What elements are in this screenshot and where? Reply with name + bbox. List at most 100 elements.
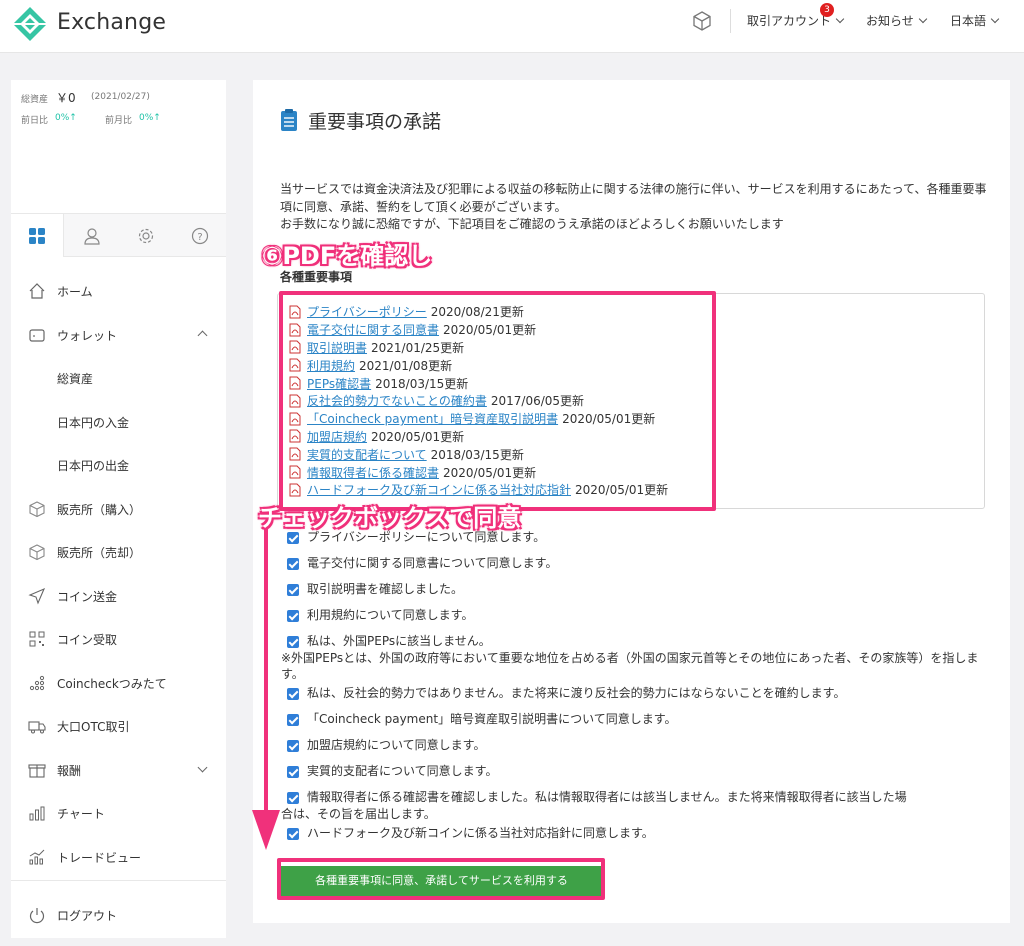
qr-code-icon (29, 631, 45, 647)
sidebar: 総資産 ￥0 (2021/02/27) 前日比 0%↑ 前月比 0%↑ ? ホー… (11, 80, 226, 938)
intro-paragraph: お手数になり誠に恐縮ですが、下記項目をご確認のうえ承諾のほどよろしくお願いいたし… (280, 217, 784, 231)
pdf-annotation: ⑥PDFを確認し (262, 242, 433, 270)
sidebar-item-label: ホーム (57, 285, 93, 299)
sidebar-item-label: 総資産 (57, 372, 94, 386)
agreement-label: ハードフォーク及び新コインに係る当社対応指針に同意します。 (307, 826, 654, 840)
sidebar-item-buy[interactable]: 販売所（購入） (11, 494, 226, 524)
sidebar-item-total-assets[interactable]: 総資産 (11, 363, 226, 393)
agreement-checkbox[interactable] (287, 766, 299, 778)
month-change-label: 前月比 (105, 116, 133, 126)
sidebar-item-label: チャート (57, 807, 105, 821)
sidebar-item-wallet[interactable]: ウォレット (11, 320, 226, 350)
tab-profile[interactable] (65, 214, 118, 257)
box-icon (29, 501, 45, 518)
chevron-up-icon (197, 330, 208, 341)
sidebar-item-label: ログアウト (57, 909, 118, 923)
sidebar-item-send-coin[interactable]: コイン送金 (11, 581, 226, 611)
gear-icon (138, 228, 153, 243)
agreement-label: 利用規約について同意します。 (307, 608, 474, 622)
chevron-down-icon (835, 14, 845, 24)
agreement-label: 「Coincheck payment」暗号資産取引説明書について同意します。 (307, 712, 677, 726)
down-arrow-icon (252, 528, 280, 850)
top-header: Exchange 取引アカウント 3 お知らせ 日本語 (0, 0, 1024, 53)
sidebar-item-label: 販売所（購入） (57, 503, 142, 517)
agreement-checkbox[interactable] (287, 792, 299, 804)
day-change-value: 0%↑ (55, 113, 77, 123)
intro-text: 当サービスでは資金決済法及び犯罪による収益の移転防止に関する法律の施行に伴い、サ… (280, 181, 990, 234)
sidebar-item-tradeview[interactable]: トレードビュー (11, 842, 226, 872)
sidebar-item-home[interactable]: ホーム (11, 276, 226, 306)
send-icon (28, 587, 46, 605)
help-icon: ? (191, 227, 208, 244)
sidebar-item-label: ウォレット (57, 329, 118, 343)
agreement-label: 取引説明書を確認しました。 (307, 582, 464, 596)
intro-paragraph: 当サービスでは資金決済法及び犯罪による収益の移転防止に関する法律の施行に伴い、サ… (280, 182, 987, 214)
assets-value: ￥0 (56, 91, 76, 105)
brand-name[interactable]: Exchange (57, 10, 166, 35)
bar-chart-icon (29, 806, 45, 821)
notice-menu-label: お知らせ (866, 14, 914, 28)
cube-icon[interactable] (691, 10, 713, 32)
agreement-label: 私は、外国PEPsに該当しません。 (307, 634, 491, 648)
language-menu[interactable]: 日本語 (950, 12, 1000, 29)
day-change-label: 前日比 (21, 116, 49, 126)
assets-date: (2021/02/27) (91, 92, 150, 102)
grid-icon (29, 227, 45, 244)
sidebar-item-label: 日本円の入金 (57, 416, 130, 430)
sidebar-item-tsumitate[interactable]: Coincheckつみたて (11, 668, 226, 698)
agreement-checkbox[interactable] (287, 688, 299, 700)
submit-highlight-box (277, 858, 605, 900)
chevron-down-icon (990, 14, 1000, 24)
sidebar-item-label: 大口OTC取引 (57, 720, 130, 734)
sidebar-item-label: トレードビュー (57, 851, 142, 865)
pdf-highlight-box (279, 291, 716, 511)
agreement-checkbox[interactable] (287, 636, 299, 648)
wallet-icon (29, 329, 45, 342)
tab-dashboard[interactable] (11, 214, 64, 257)
language-menu-label: 日本語 (950, 14, 987, 28)
sidebar-item-rewards[interactable]: 報酬 (11, 755, 226, 785)
sidebar-item-label: 日本円の出金 (57, 459, 130, 473)
assets-label: 総資産 (21, 95, 49, 105)
agreement-note: ※外国PEPsとは、外国の政府等において重要な地位を占める者（外国の国家元首等と… (281, 651, 979, 681)
sidebar-item-label: 報酬 (57, 764, 82, 778)
notification-badge: 3 (820, 3, 834, 17)
gift-icon (28, 764, 46, 778)
agreement-checkbox[interactable] (287, 610, 299, 622)
sidebar-item-label: Coincheckつみたて (57, 677, 167, 691)
agreement-label: 私は、反社会的勢力ではありません。また将来に渡り反社会的勢力にはならないことを確… (307, 686, 846, 700)
agreement-label: 電子交付に関する同意書について同意します。 (307, 556, 558, 570)
asset-summary: 総資産 ￥0 (2021/02/27) 前日比 0%↑ 前月比 0%↑ (11, 80, 226, 212)
box-icon (29, 544, 45, 561)
agreement-label: 情報取得者に係る確認書を確認しました。私は情報取得者には該当しません。また将来情… (307, 790, 907, 804)
header-divider (730, 9, 731, 33)
account-menu-label: 取引アカウント (747, 14, 832, 28)
agreement-checkbox[interactable] (287, 532, 299, 544)
sidebar-item-jpy-deposit[interactable]: 日本円の入金 (11, 407, 226, 437)
agreement-checkbox[interactable] (287, 584, 299, 596)
sidebar-item-label: コイン受取 (57, 633, 118, 647)
tab-settings[interactable] (119, 214, 172, 257)
sidebar-item-otc[interactable]: 大口OTC取引 (11, 711, 226, 741)
trend-chart-icon (29, 849, 45, 865)
svg-text:?: ? (197, 232, 202, 243)
sidebar-tabs: ? (11, 213, 226, 257)
agreement-checkbox[interactable] (287, 740, 299, 752)
tab-help[interactable]: ? (173, 214, 226, 257)
dots-icon (29, 675, 45, 691)
sidebar-item-receive-coin[interactable]: コイン受取 (11, 624, 226, 654)
agreement-label: 実質的支配者について同意します。 (307, 764, 498, 778)
notice-menu[interactable]: お知らせ (866, 12, 928, 29)
sidebar-item-jpy-withdraw[interactable]: 日本円の出金 (11, 450, 226, 480)
agreement-label: 加盟店規約について同意します。 (307, 738, 486, 752)
sidebar-item-logout[interactable]: ログアウト (11, 900, 226, 930)
user-icon (83, 227, 100, 245)
sidebar-item-chart[interactable]: チャート (11, 798, 226, 828)
truck-icon (28, 721, 46, 734)
agreement-checkbox[interactable] (287, 714, 299, 726)
month-change-value: 0%↑ (139, 113, 161, 123)
sidebar-item-sell[interactable]: 販売所（売却） (11, 537, 226, 567)
agreement-checkbox[interactable] (287, 558, 299, 570)
exchange-logo-icon[interactable] (12, 6, 48, 42)
agreement-checkbox[interactable] (287, 828, 299, 840)
